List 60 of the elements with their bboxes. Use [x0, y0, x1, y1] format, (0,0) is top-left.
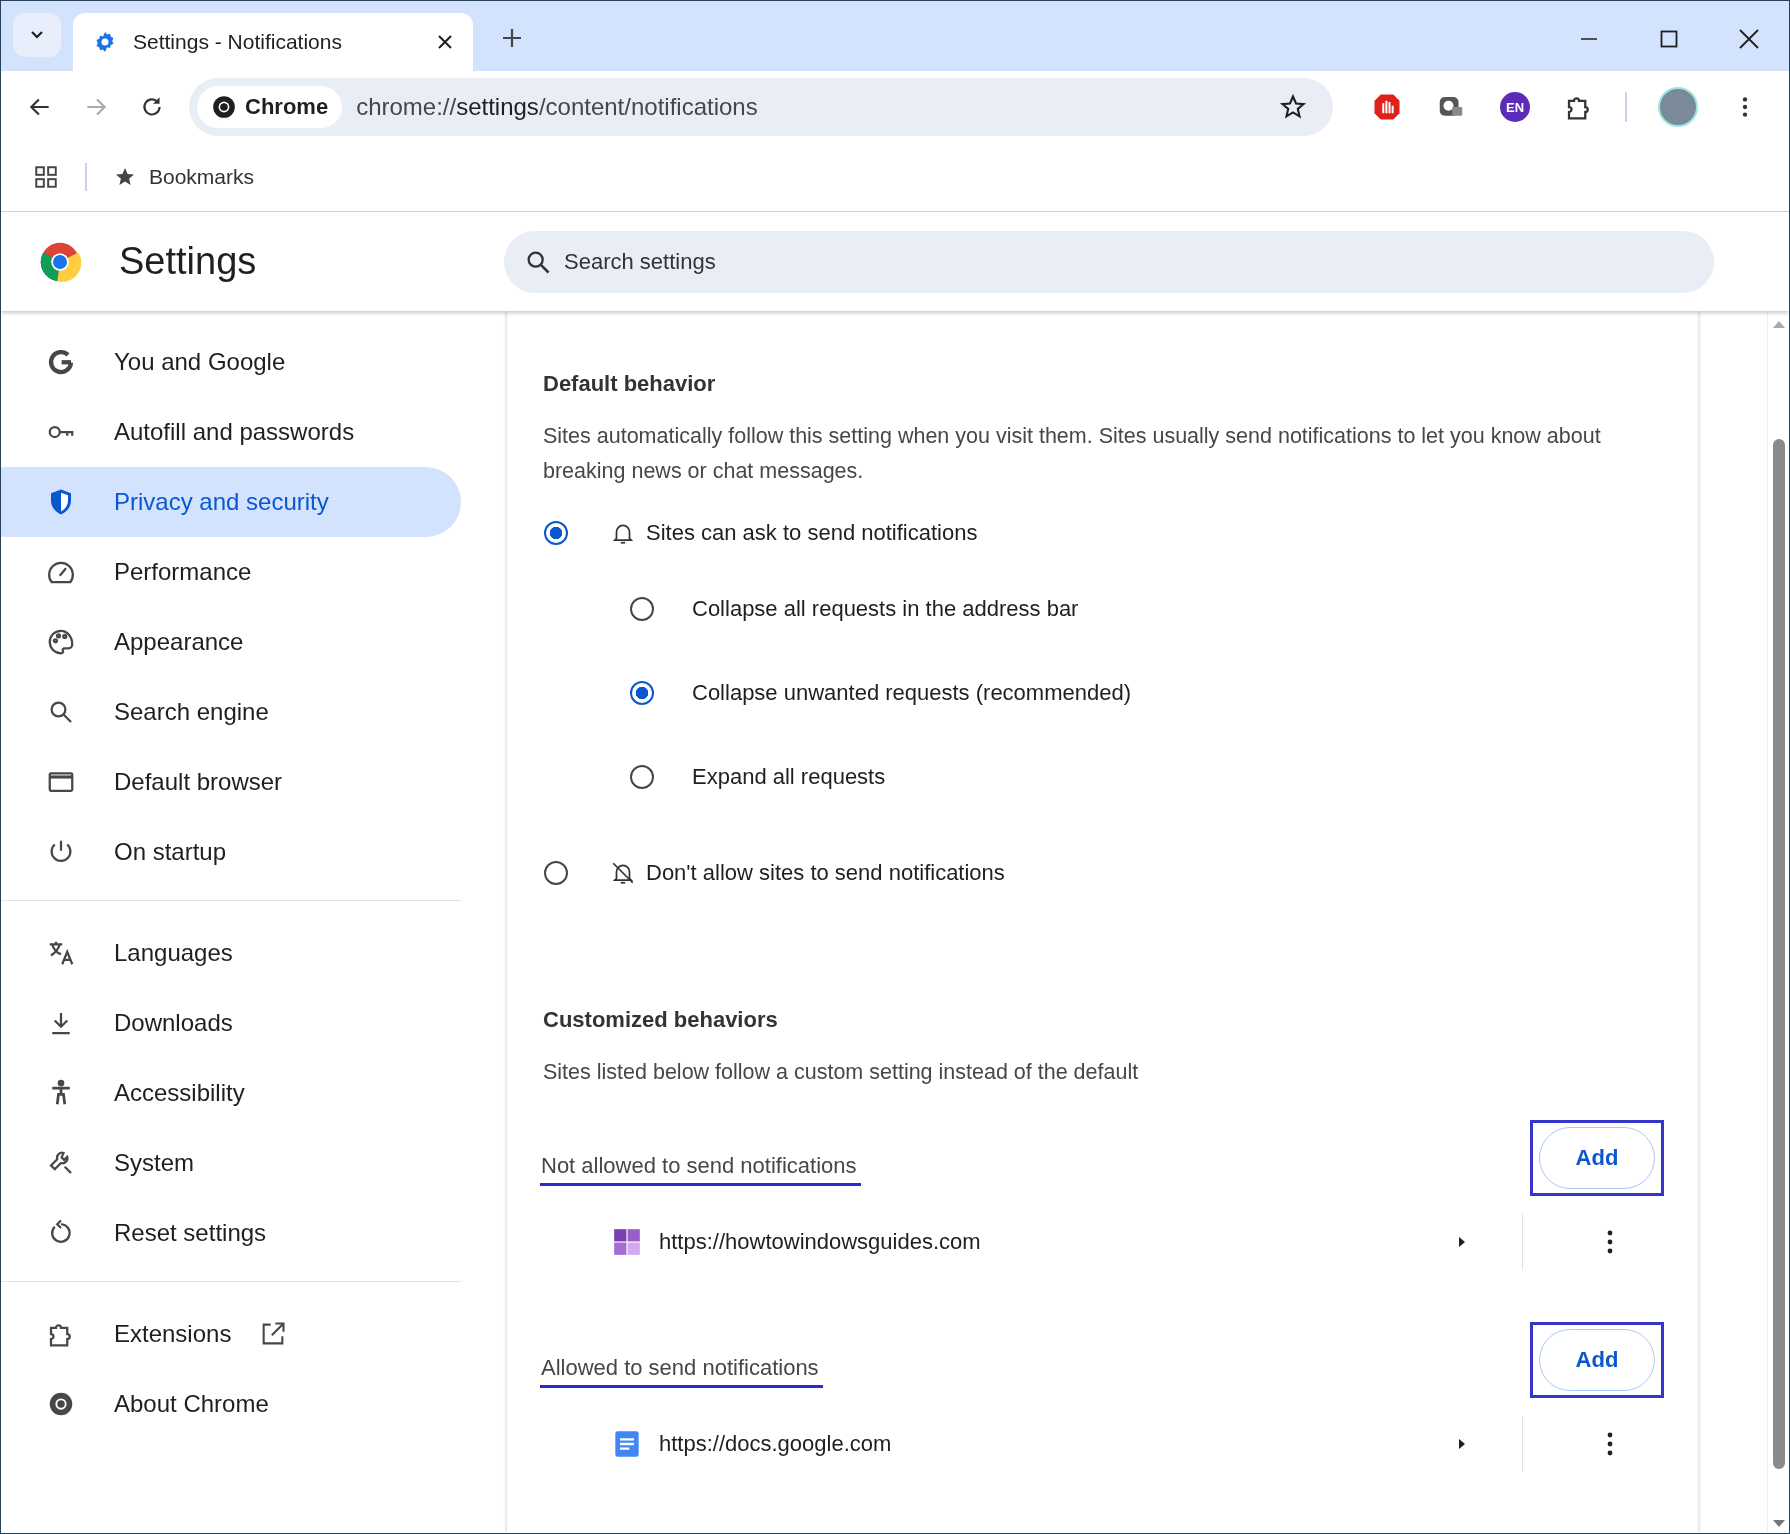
sidebar-item[interactable]: Accessibility: [1, 1058, 463, 1128]
section-description: Sites automatically follow this setting when you visit them. Sites usually send notifications to let you know about breaking news or chat messages.: [543, 423, 1602, 485]
section-heading: Default behavior: [543, 371, 717, 397]
bell-off-icon: [610, 860, 636, 886]
profile-avatar[interactable]: [1658, 87, 1698, 127]
close-icon[interactable]: [1739, 29, 1759, 49]
sidebar-item[interactable]: Performance: [1, 537, 463, 607]
radio-button[interactable]: [630, 597, 654, 621]
radio-option[interactable]: Collapse all requests in the address bar: [629, 585, 1662, 633]
close-icon[interactable]: [437, 34, 453, 50]
radio-button[interactable]: [544, 521, 568, 545]
radio-option[interactable]: Sites can ask to send notifications: [543, 509, 1662, 557]
maximize-icon[interactable]: [1659, 29, 1679, 49]
stop-hand-icon[interactable]: [1372, 92, 1402, 122]
sidebar-item[interactable]: About Chrome: [1, 1369, 463, 1439]
list-title: Allowed to send notifications: [540, 1355, 823, 1388]
sidebar-item[interactable]: System: [1, 1128, 463, 1198]
apps-grid-icon[interactable]: [33, 164, 59, 190]
address-bar[interactable]: Chrome chrome://settings/content/notifications: [189, 78, 1333, 136]
section-description: Sites listed below follow a custom setting instead of the default: [543, 1059, 1140, 1086]
list-title: Not allowed to send notifications: [540, 1153, 861, 1186]
site-chip[interactable]: Chrome: [197, 86, 343, 128]
bookmark-star-icon[interactable]: [1279, 93, 1307, 121]
sidebar-item[interactable]: Default browser: [1, 747, 463, 817]
site-url: https://howtowindowsguides.com: [659, 1229, 981, 1255]
tab-title: Settings - Notifications: [133, 30, 343, 54]
section-heading: Customized behaviors: [543, 1007, 779, 1033]
search-field[interactable]: Search settings: [504, 230, 1714, 293]
sidebar-item[interactable]: Search engine: [1, 677, 463, 747]
add-button[interactable]: Add: [1539, 1127, 1655, 1189]
document-icon: [613, 1430, 641, 1458]
chrome-logo-icon: [211, 94, 237, 120]
chrome-logo-icon: [39, 240, 81, 283]
palette-icon: [46, 627, 76, 657]
radio-button[interactable]: [544, 861, 568, 885]
radio-option[interactable]: Collapse unwanted requests (recommended): [629, 669, 1662, 717]
sidebar-item[interactable]: You and Google: [1, 327, 463, 397]
scroll-down-icon[interactable]: [1771, 1519, 1786, 1529]
sidebar-item[interactable]: Appearance: [1, 607, 463, 677]
new-tab-icon[interactable]: [501, 27, 523, 49]
add-button[interactable]: Add: [1539, 1329, 1655, 1391]
sidebar-item[interactable]: Autofill and passwords: [1, 397, 463, 467]
sidebar-item[interactable]: Extensions: [1, 1299, 463, 1369]
url-text: chrome://settings/content/notifications: [356, 93, 758, 121]
radio-button[interactable]: [630, 765, 654, 789]
sidebar-item[interactable]: Privacy and security: [1, 467, 461, 537]
sidebar-item[interactable]: On startup: [1, 817, 463, 887]
site-favicon-icon: [613, 1228, 641, 1256]
bookmarks-button[interactable]: Bookmarks: [113, 165, 255, 189]
radio-button[interactable]: [630, 681, 654, 705]
sidebar-item[interactable]: Downloads: [1, 988, 463, 1058]
google-icon: [46, 347, 76, 377]
radio-option[interactable]: Expand all requests: [629, 753, 1662, 801]
sidebar-item[interactable]: Languages: [1, 918, 463, 988]
sidebar-item[interactable]: Reset settings: [1, 1198, 463, 1268]
site-url: https://docs.google.com: [659, 1431, 892, 1457]
radio-option[interactable]: Don't allow sites to send notifications: [543, 849, 1662, 897]
browser-tab[interactable]: Settings - Notifications: [73, 13, 473, 71]
page-title: Settings: [119, 240, 257, 283]
language-extension-badge[interactable]: EN: [1500, 92, 1530, 122]
